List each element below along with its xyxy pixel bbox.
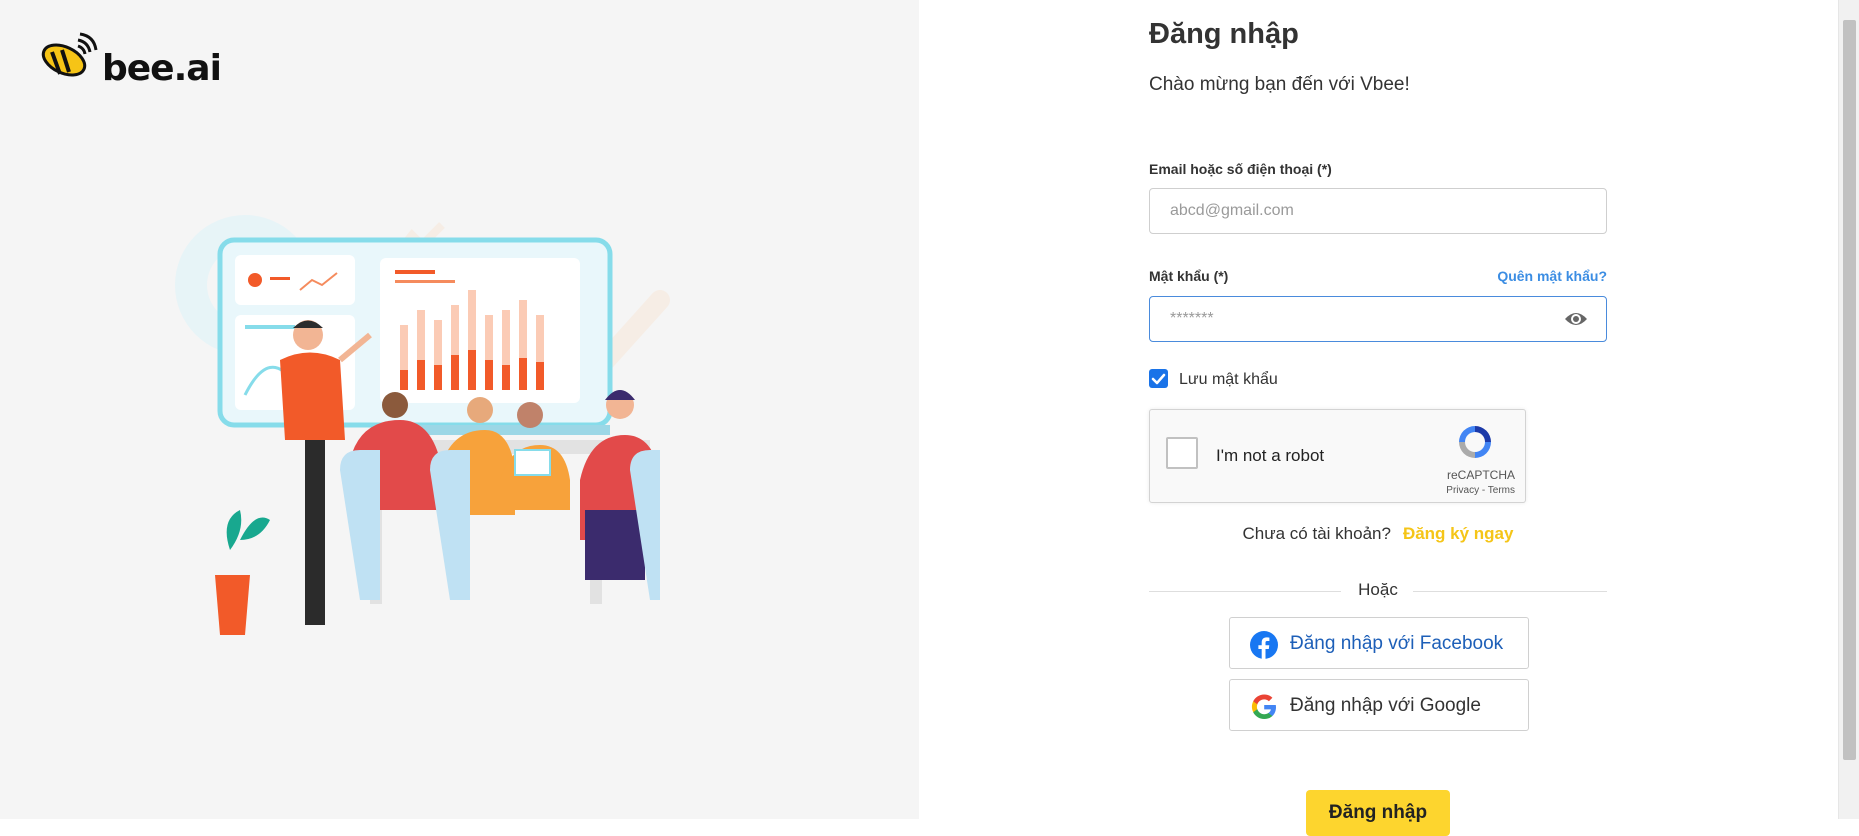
facebook-login-label: Đăng nhập với Facebook	[1290, 633, 1504, 654]
left-panel: bee.ai	[0, 0, 919, 819]
remember-checkbox[interactable]	[1149, 369, 1168, 388]
or-divider-text: Hoặc	[1358, 580, 1398, 599]
recaptcha-checkbox[interactable]	[1166, 437, 1198, 469]
scrollbar-thumb[interactable]	[1843, 20, 1856, 760]
welcome-subtitle: Chào mừng bạn đến với Vbee!	[1149, 74, 1410, 95]
facebook-login-button[interactable]: Đăng nhập với Facebook	[1229, 617, 1529, 669]
email-label: Email hoặc số điện thoại (*)	[1149, 161, 1332, 177]
check-icon	[1151, 373, 1166, 385]
google-login-button[interactable]: Đăng nhập với Google	[1229, 679, 1529, 731]
signup-link[interactable]: Đăng ký ngay	[1403, 524, 1514, 543]
password-field-box[interactable]	[1149, 296, 1607, 342]
vbee-logo[interactable]: bee.ai	[38, 26, 222, 96]
signup-row: Chưa có tài khoản? Đăng ký ngay	[1149, 524, 1607, 544]
recaptcha-icon	[1459, 426, 1491, 458]
google-icon	[1251, 694, 1276, 719]
recaptcha-widget: I'm not a robot reCAPTCHA Privacy - Term…	[1149, 409, 1526, 503]
email-input[interactable]	[1170, 189, 1550, 233]
forgot-password-link[interactable]: Quên mật khẩu?	[1497, 268, 1607, 284]
page-scrollbar[interactable]	[1838, 0, 1859, 819]
eye-icon[interactable]	[1564, 309, 1588, 329]
facebook-icon	[1250, 631, 1278, 659]
password-label: Mật khẩu (*)	[1149, 268, 1229, 284]
email-field-box[interactable]	[1149, 188, 1607, 234]
google-login-label: Đăng nhập với Google	[1290, 695, 1481, 716]
no-account-text: Chưa có tài khoản?	[1242, 524, 1391, 543]
team-meeting-illustration	[175, 215, 670, 635]
login-submit-button[interactable]: Đăng nhập	[1306, 790, 1450, 836]
password-input[interactable]	[1170, 297, 1550, 341]
bee-logo-icon	[41, 32, 98, 77]
divider-right	[1413, 591, 1607, 592]
recaptcha-privacy-terms[interactable]: Privacy - Terms	[1446, 485, 1515, 496]
recaptcha-label: I'm not a robot	[1216, 446, 1325, 465]
remember-label: Lưu mật khẩu	[1179, 371, 1278, 388]
recaptcha-brand: reCAPTCHA	[1446, 468, 1515, 482]
page-title: Đăng nhập	[1149, 18, 1299, 50]
logo-text: bee.ai	[102, 48, 222, 89]
login-submit-label: Đăng nhập	[1328, 802, 1428, 823]
